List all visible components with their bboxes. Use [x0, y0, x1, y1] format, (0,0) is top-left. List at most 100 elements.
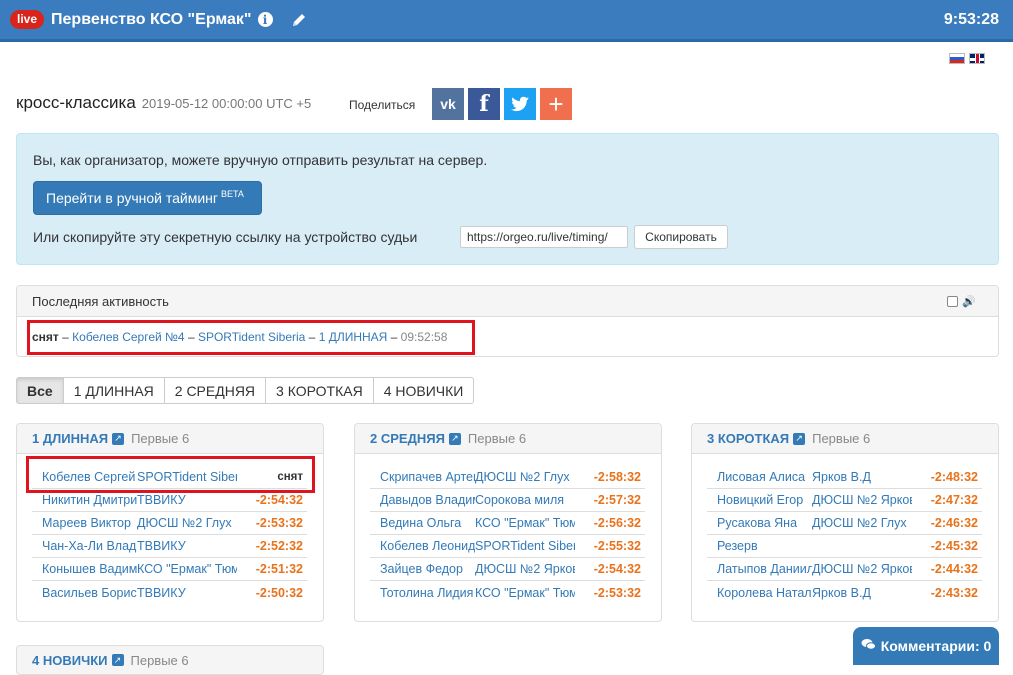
athlete-result: -2:46:32: [930, 516, 978, 530]
result-row[interactable]: Лисовая Алиса Ярков В.Д -2:48:32: [707, 466, 982, 489]
vk-icon[interactable]: vk: [432, 88, 464, 120]
group-header: 3 КОРОТКАЯ ↗ Первые 6: [692, 424, 998, 454]
group-subtitle: Первые 6: [467, 431, 527, 446]
result-row[interactable]: Кобелев ЛеонидSPORTident Siberia -2:55:32: [370, 535, 645, 558]
athlete-result: -2:45:32: [930, 539, 978, 553]
result-row[interactable]: Латыпов Даниил ДЮСШ №2 Ярково -2:44:32: [707, 558, 982, 581]
athlete-name[interactable]: Ведина Ольга: [370, 516, 475, 530]
athlete-name[interactable]: Новицкий Егор: [707, 493, 812, 507]
result-row[interactable]: Ведина ОльгаКСО "Ермак" Тюмень -2:56:32: [370, 512, 645, 535]
result-row[interactable]: Королева НатальяЯрков В.Д -2:43:32: [707, 581, 982, 604]
external-link-icon[interactable]: ↗: [793, 432, 806, 445]
athlete-club[interactable]: КСО "Ермак" Тюмень: [475, 586, 575, 600]
beta-badge: BETA: [221, 189, 244, 199]
athlete-club[interactable]: ТВВИКУ: [137, 539, 237, 553]
athlete-result: -2:54:32: [593, 562, 641, 576]
athlete-club[interactable]: SPORTident Siberia: [475, 539, 575, 553]
twitter-icon[interactable]: [504, 88, 536, 120]
chat-icon: [861, 638, 876, 654]
results-list: Скрипачев Артем ДЮСШ №2 Глух -2:58:32 Давы…: [370, 466, 645, 604]
result-row[interactable]: Тотолина ЛидияКСО "Ермак" Тюмень -2:53:32: [370, 581, 645, 604]
athlete-name[interactable]: Тотолина Лидия: [370, 586, 475, 600]
athlete-club[interactable]: ДЮСШ №2 Глух: [475, 470, 575, 484]
athlete-name[interactable]: Лисовая Алиса: [707, 470, 812, 484]
result-row[interactable]: Мареев Виктор ДЮСШ №2 Глух -2:53:32: [32, 512, 307, 535]
athlete-club[interactable]: Ярков В.Д: [812, 586, 912, 600]
athlete-result: -2:52:32: [255, 539, 303, 553]
group-name-link[interactable]: 1 ДЛИННАЯ: [32, 431, 108, 446]
comments-button[interactable]: Комментарии: 0: [853, 627, 999, 665]
event-title[interactable]: Первенство КСО "Ермак": [51, 11, 251, 29]
athlete-club[interactable]: КСО "Ермак" Тюмень: [137, 562, 237, 576]
organizer-message: Вы, как организатор, можете вручную отпр…: [33, 152, 488, 168]
athlete-name[interactable]: Мареев Виктор: [32, 516, 137, 530]
english-flag-icon[interactable]: [969, 53, 985, 64]
russian-flag-icon[interactable]: [949, 53, 965, 64]
external-link-icon[interactable]: ↗: [112, 432, 125, 445]
external-link-icon[interactable]: ↗: [448, 432, 461, 445]
group-name-link[interactable]: 3 КОРОТКАЯ: [707, 431, 789, 446]
share-label: Поделиться: [349, 98, 416, 112]
group-subtitle: Первые 6: [130, 652, 189, 668]
athlete-club[interactable]: ДЮСШ №2 Глух: [137, 516, 237, 530]
result-row[interactable]: Чан-Ха-Ли ВладимирТВВИКУ -2:52:32: [32, 535, 307, 558]
athlete-club[interactable]: Сорокова миля: [475, 493, 575, 507]
live-badge: live: [10, 10, 45, 29]
athlete-name[interactable]: Конышев Вадим: [32, 562, 137, 576]
athlete-result: -2:47:32: [930, 493, 978, 507]
event-date: 2019-05-12 00:00:00 UTC +5: [141, 96, 312, 111]
event-name: кросс-классика: [16, 93, 136, 112]
result-row[interactable]: Васильев Борис ТВВИКУ -2:50:32: [32, 581, 307, 604]
athlete-club[interactable]: ТВВИКУ: [137, 586, 237, 600]
athlete-club[interactable]: ДЮСШ №2 Глух: [812, 516, 912, 530]
pencil-icon[interactable]: [291, 12, 307, 28]
athlete-name[interactable]: Королева Наталья: [707, 586, 812, 600]
result-row[interactable]: Русакова Яна ДЮСШ №2 Глух -2:46:32: [707, 512, 982, 535]
athlete-name[interactable]: Кобелев Леонид: [370, 539, 475, 553]
group-name-link[interactable]: 4 НОВИЧКИ: [32, 653, 108, 668]
athlete-name[interactable]: Русакова Яна: [707, 516, 812, 530]
athlete-club[interactable]: ТВВИКУ: [137, 493, 237, 507]
athlete-name[interactable]: Никитин Дмитрий: [32, 493, 137, 507]
athlete-result: -2:43:32: [930, 585, 978, 600]
info-icon[interactable]: i: [257, 12, 273, 27]
row-highlight-box: [26, 456, 315, 493]
facebook-icon[interactable]: f: [468, 88, 500, 120]
external-link-icon[interactable]: ↗: [111, 654, 124, 666]
group-name-link[interactable]: 2 СРЕДНЯЯ: [370, 431, 445, 446]
athlete-name[interactable]: Давыдов Владимир: [370, 493, 475, 507]
athlete-name[interactable]: Резерв: [707, 539, 812, 553]
athlete-name[interactable]: Чан-Ха-Ли Владимир: [32, 539, 137, 553]
result-row[interactable]: Конышев ВадимКСО "Ермак" Тюмень -2:51:32: [32, 558, 307, 581]
result-row[interactable]: Новицкий Егор ДЮСШ №2 Ярково -2:47:32: [707, 489, 982, 512]
tab-1-long[interactable]: 1 ДЛИННАЯ: [62, 377, 165, 404]
athlete-name[interactable]: Латыпов Даниил: [707, 562, 812, 576]
athlete-club[interactable]: Ярков В.Д: [812, 470, 912, 484]
tab-3-short[interactable]: 3 КОРОТКАЯ: [265, 377, 374, 404]
activity-title: Последняя активность: [32, 293, 169, 309]
athlete-name[interactable]: Васильев Борис: [32, 586, 137, 600]
result-row[interactable]: Зайцев Федор ДЮСШ №2 Ярково -2:54:32: [370, 558, 645, 581]
athlete-club[interactable]: КСО "Ермак" Тюмень: [475, 516, 575, 530]
result-row[interactable]: Давыдов ВладимирСорокова миля -2:57:32: [370, 489, 645, 512]
tab-all[interactable]: Все: [16, 377, 64, 404]
athlete-club[interactable]: ДЮСШ №2 Ярково: [812, 562, 912, 576]
tab-2-medium[interactable]: 2 СРЕДНЯЯ: [163, 377, 267, 404]
sound-toggle[interactable]: 🔊: [947, 295, 976, 308]
tab-4-novice[interactable]: 4 НОВИЧКИ: [372, 377, 475, 404]
manual-timing-button[interactable]: Перейти в ручной тайминг BETA: [33, 181, 262, 215]
athlete-name[interactable]: Зайцев Федор: [370, 562, 475, 576]
plus-icon[interactable]: +: [540, 88, 572, 120]
result-row[interactable]: Скрипачев Артем ДЮСШ №2 Глух -2:58:32: [370, 466, 645, 489]
athlete-result: -2:53:32: [593, 585, 641, 600]
result-row[interactable]: Резерв -2:45:32: [707, 535, 982, 558]
athlete-club[interactable]: ДЮСШ №2 Ярково: [812, 493, 912, 507]
secret-link-input[interactable]: [460, 226, 628, 248]
athlete-name[interactable]: Скрипачев Артем: [370, 470, 475, 484]
sound-checkbox[interactable]: [947, 296, 959, 307]
social-buttons: vk f +: [432, 88, 572, 120]
athlete-club[interactable]: ДЮСШ №2 Ярково: [475, 562, 575, 576]
athlete-result: -2:50:32: [255, 585, 303, 600]
copy-button[interactable]: Скопировать: [634, 225, 728, 249]
event-header: кросс-классика 2019-05-12 00:00:00 UTC +…: [16, 93, 311, 113]
